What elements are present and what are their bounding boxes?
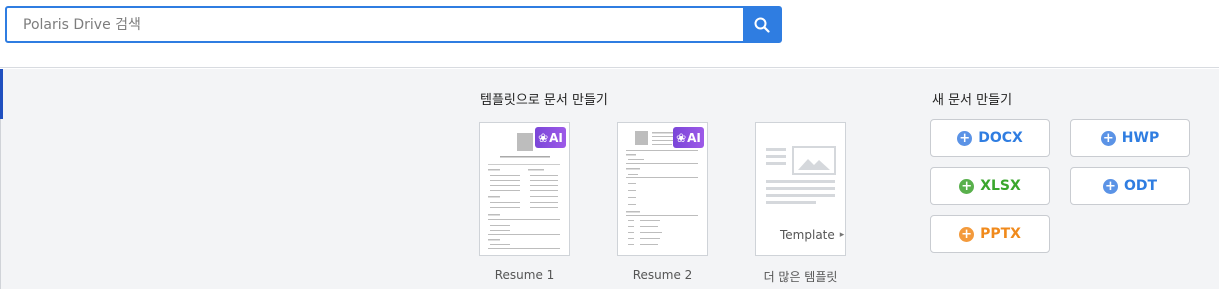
- plus-circle-icon: +: [1100, 130, 1116, 146]
- new-docx-button[interactable]: + DOCX: [930, 119, 1050, 157]
- new-doc-section-title: 새 문서 만들기: [932, 93, 1013, 108]
- ai-flower-icon: ❀: [538, 130, 549, 145]
- top-bar: [0, 0, 1219, 68]
- main-content: 템플릿으로 문서 만들기 ❀ AI Resume 1 ❀ AI Resume 2…: [0, 69, 1219, 289]
- template-label-resume-2: Resume 2: [632, 268, 693, 282]
- ai-flower-icon: ❀: [676, 130, 687, 145]
- templates-section-title: 템플릿으로 문서 만들기: [480, 93, 608, 108]
- sidebar-divider: [0, 119, 1, 289]
- new-xlsx-button[interactable]: + XLSX: [930, 167, 1050, 205]
- search-box: [5, 6, 782, 43]
- new-hwp-button[interactable]: + HWP: [1070, 119, 1190, 157]
- plus-circle-icon: +: [957, 130, 973, 146]
- plus-circle-icon: +: [959, 226, 975, 242]
- more-templates-card[interactable]: Template ▸: [755, 122, 846, 256]
- search-input[interactable]: [7, 8, 743, 41]
- plus-circle-icon: +: [959, 178, 975, 194]
- more-templates-label: 더 많은 템플릿: [763, 270, 838, 284]
- new-odt-button[interactable]: + ODT: [1070, 167, 1190, 205]
- ai-badge: ❀ AI: [535, 127, 566, 148]
- chevron-right-icon: ▸: [839, 230, 845, 240]
- search-icon: [754, 17, 770, 33]
- plus-circle-icon: +: [1102, 178, 1118, 194]
- template-card-resume-1[interactable]: ❀ AI: [479, 122, 570, 256]
- ai-badge: ❀ AI: [673, 127, 704, 148]
- new-pptx-button[interactable]: + PPTX: [930, 215, 1050, 253]
- sidebar-active-indicator: [0, 69, 3, 119]
- template-label-resume-1: Resume 1: [494, 268, 555, 282]
- template-card-resume-2[interactable]: ❀ AI: [617, 122, 708, 256]
- more-templates-link: Template ▸: [780, 228, 845, 242]
- search-button[interactable]: [743, 8, 780, 41]
